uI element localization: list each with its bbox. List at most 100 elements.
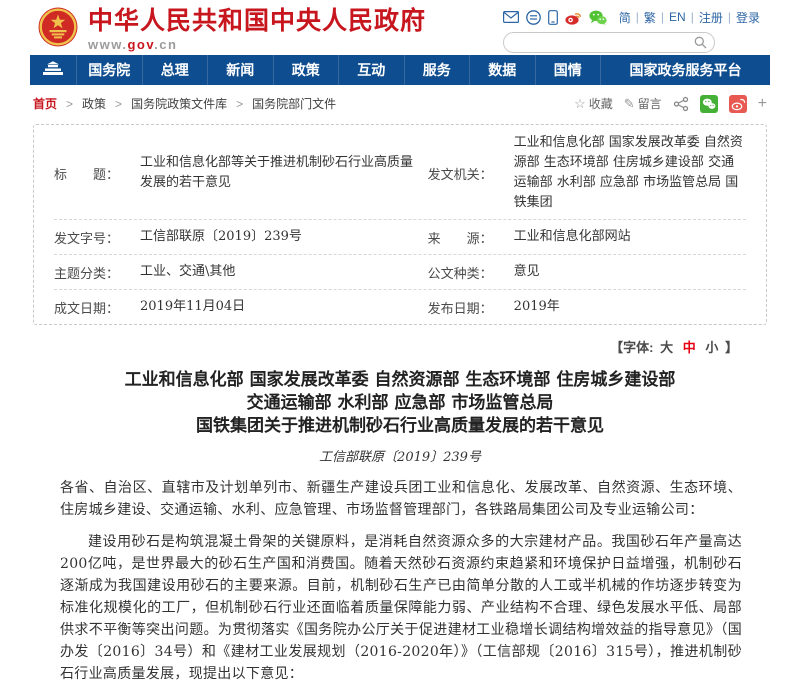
accessibility-icon[interactable] bbox=[526, 10, 541, 25]
meta-value: 工信部联原〔2019〕239号 bbox=[140, 227, 414, 247]
link-separator: | bbox=[691, 10, 694, 24]
main-nav: 国务院 总理 新闻 政策 互动 服务 数据 国情 国家政务服务平台 bbox=[30, 55, 770, 85]
site-header: 中华人民共和国中央人民政府 www.gov.cn bbox=[0, 0, 800, 55]
breadcrumb-item-department-documents: 国务院部门文件 bbox=[252, 95, 336, 112]
meta-value: 工业和信息化部网站 bbox=[514, 227, 746, 247]
breadcrumb-separator: > bbox=[115, 97, 122, 111]
lang-simplified[interactable]: 简 bbox=[619, 9, 631, 26]
breadcrumb-item-policy-library[interactable]: 国务院政策文件库 bbox=[131, 95, 227, 112]
document-paragraph-intro: 建设用砂石是构筑混凝土骨架的关键原料，是消耗自然资源众多的大宗建材产品。我国砂石… bbox=[60, 531, 742, 685]
font-size-medium[interactable]: 中 bbox=[683, 340, 696, 355]
national-emblem-logo bbox=[38, 7, 78, 52]
table-row: 发文字号： 工信部联原〔2019〕239号 来 源： 工业和信息化部网站 bbox=[54, 220, 746, 255]
header-right: 简 | 繁 | EN | 注册 | 登录 bbox=[503, 9, 760, 53]
nav-item-state-council[interactable]: 国务院 bbox=[76, 55, 142, 85]
tiananmen-icon bbox=[41, 59, 65, 81]
meta-value: 2019年 bbox=[514, 297, 746, 317]
nav-item-services[interactable]: 服务 bbox=[404, 55, 470, 85]
breadcrumb-bar: 首页 > 政策 > 国务院政策文件库 > 国务院部门文件 ☆ 收藏 ✎ 留言 bbox=[33, 85, 767, 122]
meta-field-issuing-agency: 发文机关： 工业和信息化部 国家发展改革委 自然资源部 生态环境部 住房城乡建设… bbox=[428, 133, 746, 213]
star-icon: ☆ bbox=[574, 97, 586, 110]
link-separator: | bbox=[636, 10, 639, 24]
meta-value: 工业和信息化部 国家发展改革委 自然资源部 生态环境部 住房城乡建设部 交通运输… bbox=[514, 133, 746, 213]
document-number: 工信部联原〔2019〕239号 bbox=[0, 446, 800, 465]
login-link[interactable]: 登录 bbox=[736, 9, 760, 26]
document-title-line: 工业和信息化部 国家发展改革委 自然资源部 生态环境部 住房城乡建设部 bbox=[0, 369, 800, 392]
meta-label: 发布日期： bbox=[428, 298, 514, 317]
breadcrumb-item-policies[interactable]: 政策 bbox=[82, 95, 106, 112]
nav-item-policies[interactable]: 政策 bbox=[273, 55, 339, 85]
link-separator: | bbox=[661, 10, 664, 24]
search-icon[interactable] bbox=[694, 36, 707, 49]
site-url-gov: gov bbox=[127, 37, 154, 52]
favorite-label: 收藏 bbox=[589, 95, 613, 112]
meta-label: 来 源： bbox=[428, 228, 514, 247]
plus-icon[interactable]: + bbox=[758, 96, 767, 112]
comment-label: 留言 bbox=[638, 95, 662, 112]
table-row: 成文日期： 2019年11月04日 发布日期： 2019年 bbox=[54, 290, 746, 324]
document-title-line: 国铁集团关于推进机制砂石行业高质量发展的若干意见 bbox=[0, 415, 800, 438]
site-url-cn: .cn bbox=[154, 37, 177, 52]
nav-item-news[interactable]: 新闻 bbox=[207, 55, 273, 85]
nav-item-national-conditions[interactable]: 国情 bbox=[535, 55, 601, 85]
weibo-icon[interactable] bbox=[565, 10, 582, 25]
register-link[interactable]: 注册 bbox=[699, 9, 723, 26]
search-box bbox=[503, 32, 715, 53]
font-size-large[interactable]: 大 bbox=[660, 340, 673, 355]
document-body: 各省、自治区、直辖市及计划单列市、新疆生产建设兵团工业和信息化、发展改革、自然资… bbox=[0, 465, 800, 685]
site-url: www.gov.cn bbox=[88, 37, 426, 52]
breadcrumb-separator: > bbox=[236, 97, 243, 111]
document-title: 工业和信息化部 国家发展改革委 自然资源部 生态环境部 住房城乡建设部 交通运输… bbox=[0, 369, 800, 438]
mail-icon[interactable] bbox=[503, 11, 519, 23]
site-title: 中华人民共和国中央人民政府 bbox=[88, 7, 426, 36]
document-content: 工业和信息化部 国家发展改革委 自然资源部 生态环境部 住房城乡建设部 交通运输… bbox=[0, 369, 800, 685]
font-size-small[interactable]: 小 bbox=[705, 340, 718, 355]
mobile-icon[interactable] bbox=[548, 10, 558, 25]
wechat-share-icon[interactable] bbox=[700, 95, 718, 113]
breadcrumb-separator: > bbox=[66, 97, 73, 111]
meta-label: 公文种类： bbox=[428, 263, 514, 282]
meta-label: 主题分类： bbox=[54, 263, 140, 282]
meta-field-source: 来 源： 工业和信息化部网站 bbox=[428, 227, 746, 247]
meta-value: 意见 bbox=[514, 262, 746, 282]
lang-english[interactable]: EN bbox=[669, 10, 686, 24]
pencil-icon: ✎ bbox=[624, 97, 635, 110]
breadcrumb: 首页 > 政策 > 国务院政策文件库 > 国务院部门文件 bbox=[33, 95, 336, 112]
site-url-www: www. bbox=[88, 37, 127, 52]
breadcrumb-item-home[interactable]: 首页 bbox=[33, 95, 57, 112]
weibo-share-icon[interactable] bbox=[729, 95, 747, 113]
nav-item-interaction[interactable]: 互动 bbox=[338, 55, 404, 85]
meta-label: 发文机关： bbox=[428, 164, 514, 183]
font-size-selector: 【字体: 大 中 小 】 bbox=[0, 337, 738, 356]
meta-field-date-published: 发布日期： 2019年 bbox=[428, 297, 746, 317]
meta-field-document-type: 公文种类： 意见 bbox=[428, 262, 746, 282]
wechat-icon[interactable] bbox=[589, 10, 607, 25]
meta-label: 成文日期： bbox=[54, 298, 140, 317]
nav-item-gov-service-platform[interactable]: 国家政务服务平台 bbox=[600, 55, 770, 85]
font-selector-suffix: 】 bbox=[725, 340, 738, 355]
meta-value: 工业和信息化部等关于推进机制砂石行业高质量发展的若干意见 bbox=[140, 153, 414, 193]
site-brand: 中华人民共和国中央人民政府 www.gov.cn bbox=[38, 7, 426, 52]
document-paragraph-addressees: 各省、自治区、直辖市及计划单列市、新疆生产建设兵团工业和信息化、发展改革、自然资… bbox=[60, 477, 742, 521]
header-icon-row: 简 | 繁 | EN | 注册 | 登录 bbox=[503, 9, 760, 25]
meta-label: 标 题： bbox=[54, 164, 140, 183]
favorite-button[interactable]: ☆ 收藏 bbox=[574, 95, 613, 112]
gov-cn-page: 中华人民共和国中央人民政府 www.gov.cn bbox=[0, 0, 800, 630]
meta-field-date-written: 成文日期： 2019年11月04日 bbox=[54, 297, 428, 317]
nav-home[interactable] bbox=[30, 55, 76, 85]
page-actions: ☆ 收藏 ✎ 留言 + bbox=[574, 95, 767, 113]
nav-item-data[interactable]: 数据 bbox=[469, 55, 535, 85]
link-separator: | bbox=[728, 10, 731, 24]
document-meta-table: 标 题： 工业和信息化部等关于推进机制砂石行业高质量发展的若干意见 发文机关： … bbox=[33, 124, 767, 325]
nav-item-premier[interactable]: 总理 bbox=[142, 55, 208, 85]
meta-value: 工业、交通\其他 bbox=[140, 262, 414, 282]
document-title-line: 交通运输部 水利部 应急部 市场监管总局 bbox=[0, 392, 800, 415]
table-row: 主题分类： 工业、交通\其他 公文种类： 意见 bbox=[54, 255, 746, 290]
lang-traditional[interactable]: 繁 bbox=[644, 9, 656, 26]
share-icon[interactable] bbox=[673, 96, 689, 112]
comment-button[interactable]: ✎ 留言 bbox=[624, 95, 662, 112]
search-input[interactable] bbox=[514, 34, 694, 51]
font-selector-prefix: 【字体: bbox=[610, 340, 653, 355]
meta-value: 2019年11月04日 bbox=[140, 297, 414, 317]
table-row: 标 题： 工业和信息化部等关于推进机制砂石行业高质量发展的若干意见 发文机关： … bbox=[54, 125, 746, 220]
